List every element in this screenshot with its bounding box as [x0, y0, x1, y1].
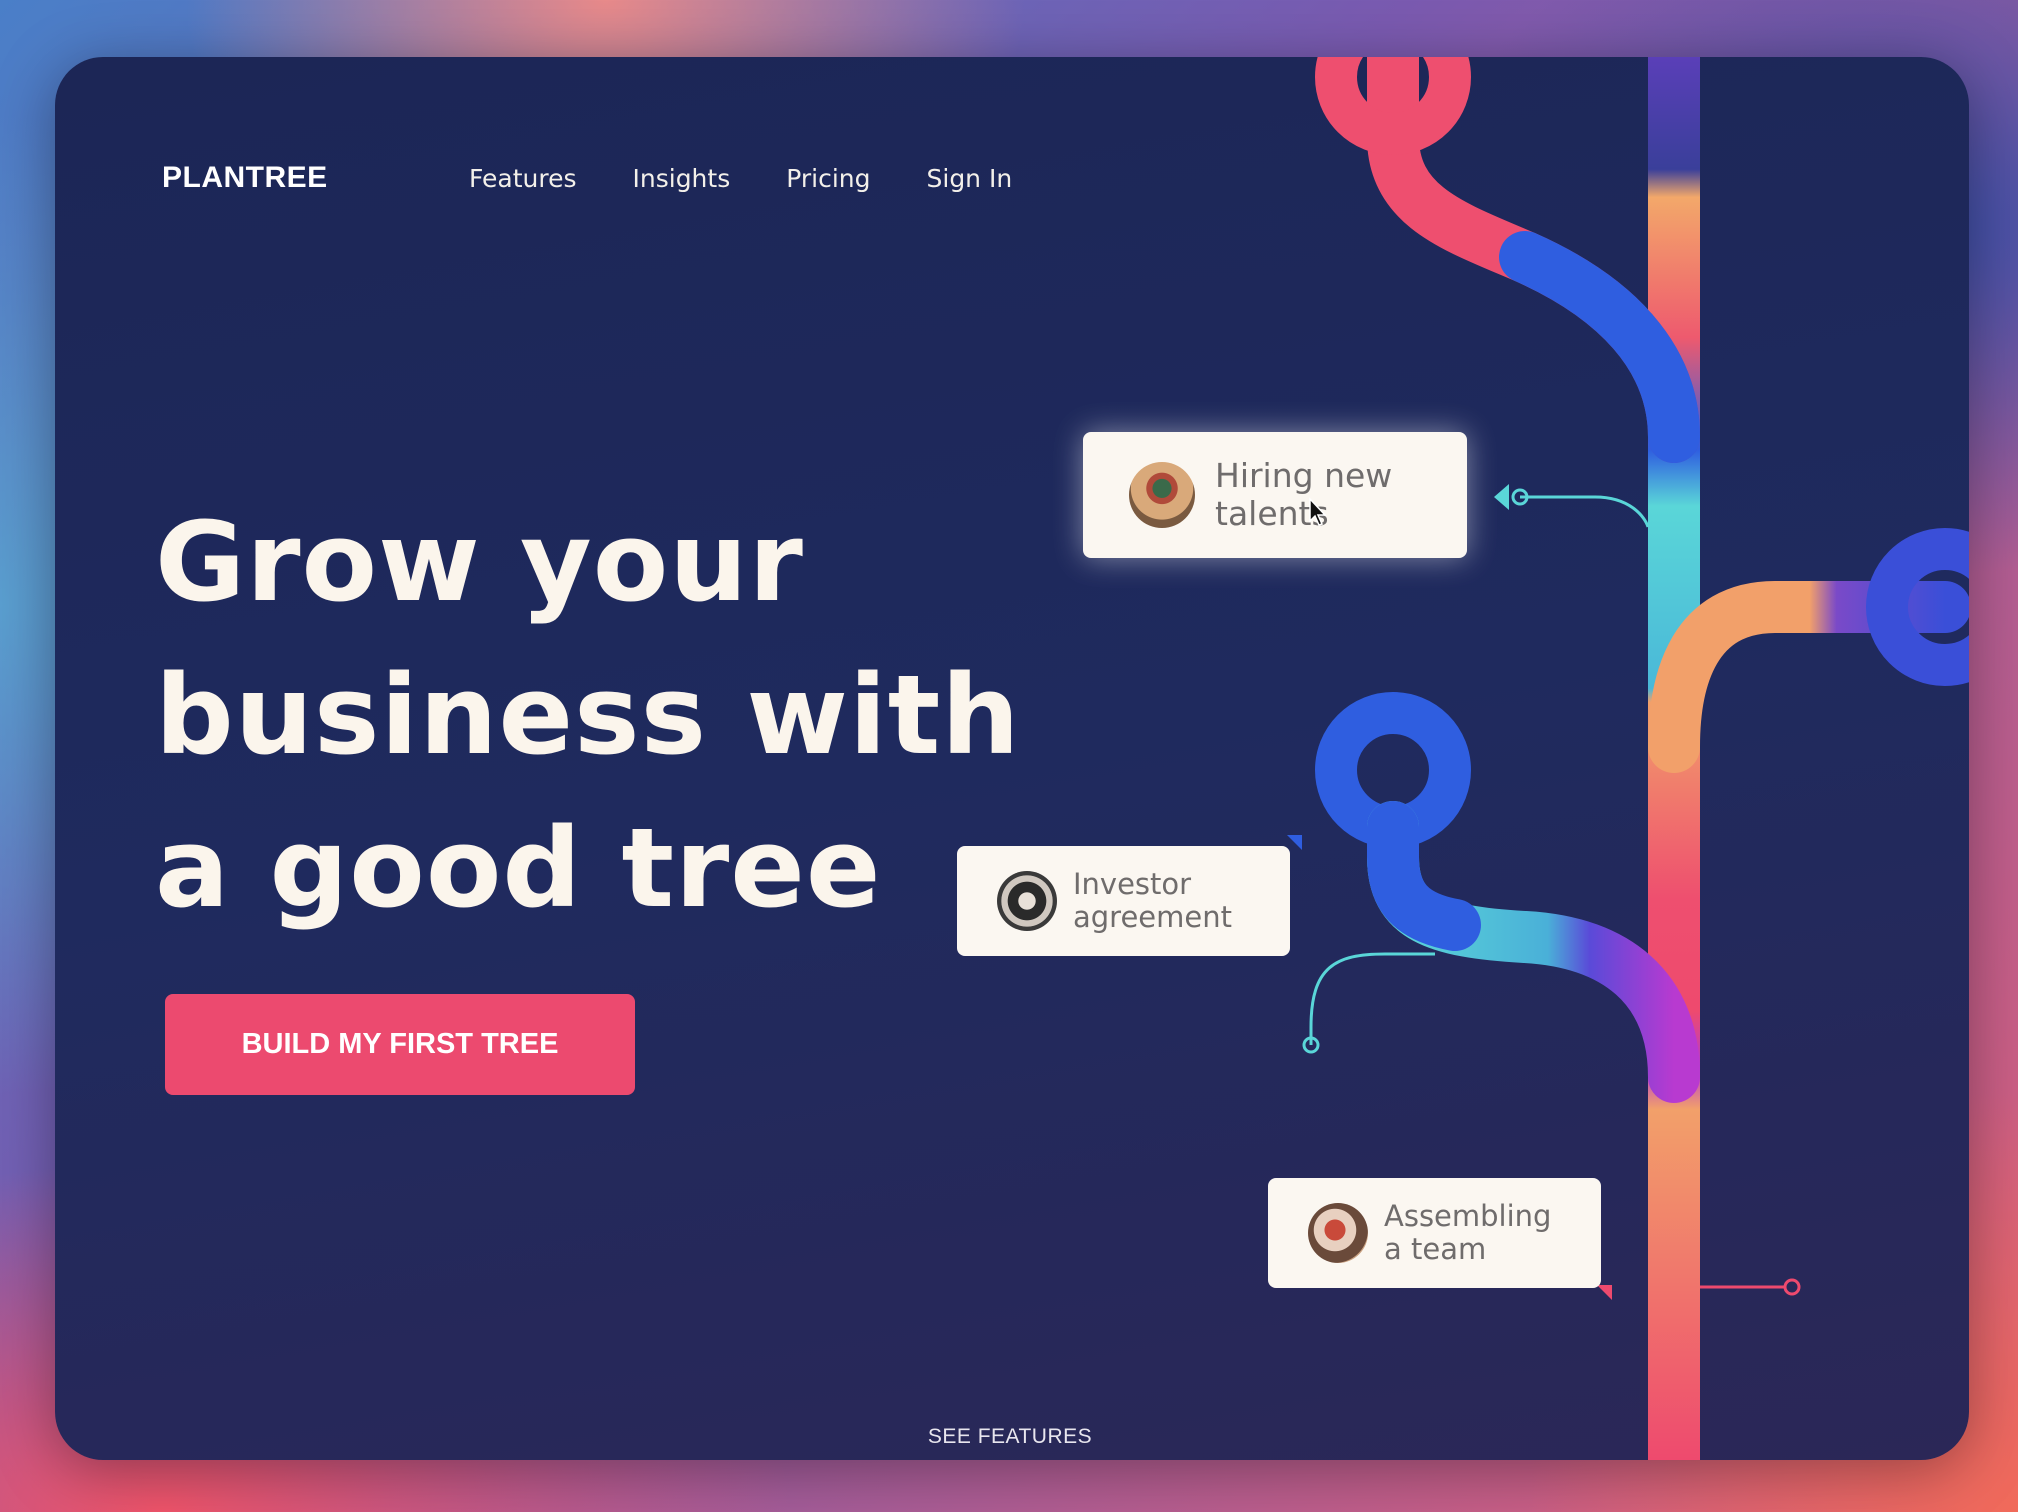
tree-card-team[interactable]: Assembling a team — [1268, 1178, 1601, 1288]
tree-card-line-1: Assembling — [1384, 1198, 1552, 1233]
brand-logo[interactable]: PLANTREE — [162, 161, 328, 195]
person-avatar — [1129, 462, 1195, 528]
tree-card-line-1: Hiring new — [1215, 456, 1393, 496]
group-avatar — [997, 871, 1057, 931]
tree-card-label: Assembling a team — [1384, 1198, 1552, 1267]
tree-card-line-2: a team — [1384, 1232, 1487, 1266]
team-avatar — [1308, 1203, 1368, 1263]
nav-pricing[interactable]: Pricing — [786, 164, 870, 193]
nav-insights[interactable]: Insights — [633, 164, 731, 193]
tree-card-line-1: Investor — [1073, 866, 1192, 901]
tree-card-label: Investor agreement — [1073, 866, 1232, 935]
tree-card-label: Hiring new talents — [1215, 457, 1392, 533]
mouse-cursor-icon — [1309, 497, 1327, 526]
build-tree-button[interactable]: BUILD MY FIRST TREE — [165, 994, 635, 1095]
headline-line-1: Grow your — [155, 497, 804, 626]
tree-card-line-2: agreement — [1073, 900, 1232, 934]
tree-card-hiring[interactable]: Hiring new talents — [1083, 432, 1467, 558]
hero-card: PLANTREE Features Insights Pricing Sign … — [55, 57, 1969, 1460]
tree-card-investor[interactable]: Investor agreement — [957, 846, 1290, 956]
nav-features[interactable]: Features — [469, 164, 577, 193]
headline-line-2: business with — [155, 650, 1021, 779]
main-nav: Features Insights Pricing Sign In — [469, 164, 1012, 193]
nav-sign-in[interactable]: Sign In — [927, 164, 1013, 193]
see-features-link[interactable]: SEE FEATURES — [905, 1425, 1115, 1449]
tree-card-line-2: talents — [1215, 494, 1329, 533]
